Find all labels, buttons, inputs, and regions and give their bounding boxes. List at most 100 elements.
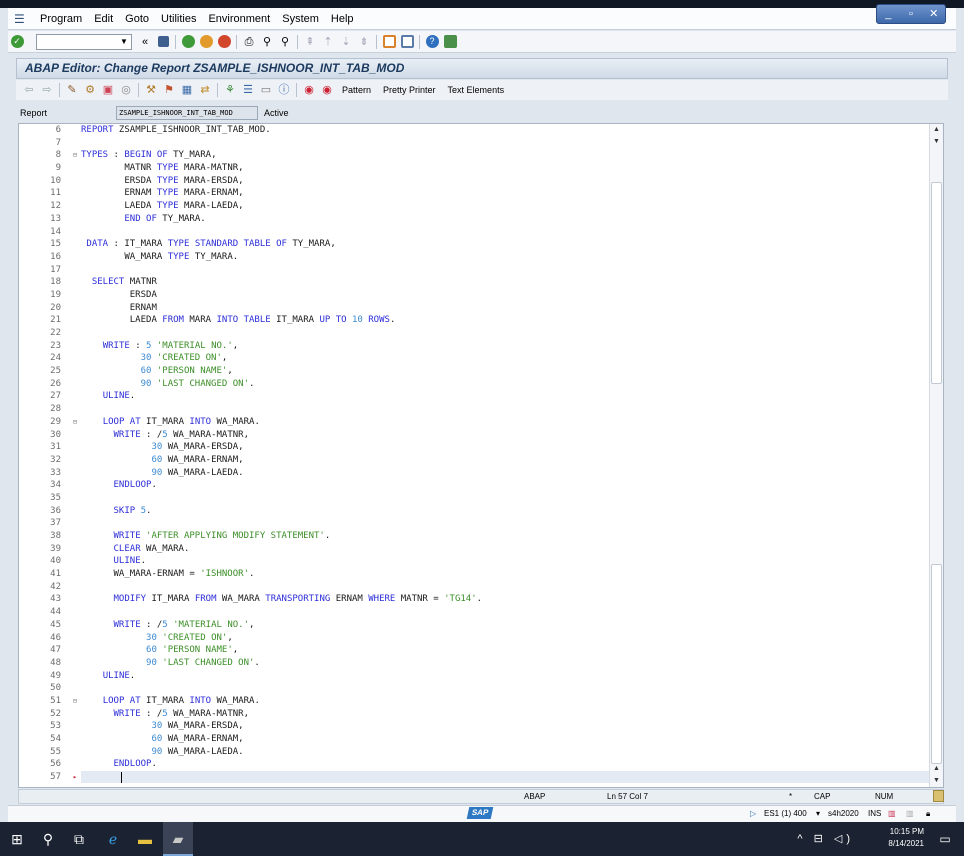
code-text[interactable]: LOOP AT IT_MARA INTO WA_MARA. <box>81 416 260 429</box>
code-line[interactable]: 31 30 WA_MARA-ERSDA, <box>19 441 929 454</box>
code-line[interactable]: 41 WA_MARA-ERNAM = 'ISHNOOR'. <box>19 568 929 581</box>
code-text[interactable]: ULINE. <box>81 390 136 403</box>
code-editor[interactable]: 6 REPORT ZSAMPLE_ISHNOOR_INT_TAB_MOD. 7 8 ⊟ T… <box>18 123 944 788</box>
code-text[interactable]: 30 WA_MARA-ERSDA, <box>81 441 243 454</box>
code-text[interactable]: REPORT ZSAMPLE_ISHNOOR_INT_TAB_MOD. <box>81 124 271 137</box>
code-text[interactable]: WRITE : /5 'MATERIAL NO.', <box>81 619 255 632</box>
object-list-icon[interactable]: ☰ <box>240 82 256 98</box>
code-line[interactable]: 24 30 'CREATED ON', <box>19 352 929 365</box>
system-info[interactable]: ES1 (1) 400 <box>764 809 807 818</box>
restore-icon[interactable]: ▫ <box>900 5 923 23</box>
code-text[interactable]: ENDLOOP. <box>81 479 157 492</box>
back-arrow-icon[interactable]: ⇦ <box>21 82 37 98</box>
menu-utilities[interactable]: Utilities <box>157 8 204 30</box>
code-text[interactable]: 30 WA_MARA-ERSDA, <box>81 720 243 733</box>
code-line[interactable]: 21 LAEDA FROM MARA INTO TABLE IT_MARA UP… <box>19 314 929 327</box>
scroll-thumb-lower[interactable] <box>931 564 942 764</box>
code-line[interactable]: 54 60 WA_MARA-ERNAM, <box>19 733 929 746</box>
browser-icon[interactable]: ℯ <box>98 822 128 856</box>
scroll-down-icon[interactable]: ▼ <box>930 775 943 787</box>
code-line[interactable]: 33 90 WA_MARA-LAEDA. <box>19 467 929 480</box>
code-text[interactable]: 60 WA_MARA-ERNAM, <box>81 733 243 746</box>
code-line[interactable]: 15 DATA : IT_MARA TYPE STANDARD TABLE OF… <box>19 238 929 251</box>
info-icon[interactable]: ⓘ <box>276 82 292 98</box>
code-text[interactable]: WRITE : 5 'MATERIAL NO.', <box>81 340 238 353</box>
menu-goto[interactable]: Goto <box>121 8 157 30</box>
display-change-icon[interactable]: ✎ <box>64 82 80 98</box>
code-text[interactable]: MATNR TYPE MARA-MATNR, <box>81 162 243 175</box>
code-text[interactable]: LAEDA FROM MARA INTO TABLE IT_MARA UP TO… <box>81 314 396 327</box>
code-text[interactable]: ERNAM <box>81 302 157 315</box>
code-text[interactable]: ERNAM TYPE MARA-ERNAM, <box>81 187 243 200</box>
layout-icon[interactable] <box>442 34 458 50</box>
menu-edit[interactable]: Edit <box>90 8 121 30</box>
new-session-icon[interactable] <box>381 34 397 50</box>
close-icon[interactable]: ✕ <box>922 5 945 23</box>
code-text[interactable]: ULINE. <box>81 670 136 683</box>
file-explorer-icon[interactable]: ▬ <box>130 822 160 856</box>
code-line[interactable]: 29 ⊟ LOOP AT IT_MARA INTO WA_MARA. <box>19 416 929 429</box>
code-line[interactable]: 44 <box>19 606 929 619</box>
code-line[interactable]: 30 WRITE : /5 WA_MARA-MATNR, <box>19 429 929 442</box>
breakpoint-icon[interactable]: ◉ <box>301 82 317 98</box>
code-line[interactable]: 18 SELECT MATNR <box>19 276 929 289</box>
code-text[interactable]: 60 WA_MARA-ERNAM, <box>81 454 243 467</box>
windows-start-icon[interactable]: ⊞ <box>2 822 32 856</box>
print-icon[interactable]: ⎙ <box>241 34 257 50</box>
code-line[interactable]: 34 ENDLOOP. <box>19 479 929 492</box>
help-icon[interactable]: ? <box>424 34 440 50</box>
session-breakpoint-icon[interactable]: ◉ <box>319 82 335 98</box>
code-line[interactable]: 57 ▸ <box>19 771 929 784</box>
active-inactive-icon[interactable]: ⚙ <box>82 82 98 98</box>
code-text[interactable]: WA_MARA TYPE TY_MARA. <box>81 251 238 264</box>
code-line[interactable]: 50 <box>19 682 929 695</box>
code-text[interactable]: ERSDA <box>81 289 157 302</box>
code-line[interactable]: 56 ENDLOOP. <box>19 758 929 771</box>
code-text[interactable]: ENDLOOP. <box>81 758 157 771</box>
search-icon[interactable]: ⚲ <box>33 822 63 856</box>
sap-gui-taskbar-icon[interactable]: ▰ <box>163 822 193 856</box>
code-text[interactable]: 30 'CREATED ON', <box>81 632 233 645</box>
code-line[interactable]: 37 <box>19 517 929 530</box>
chevron-down-icon[interactable]: ▼ <box>118 36 130 48</box>
code-line[interactable]: 40 ULINE. <box>19 555 929 568</box>
code-text[interactable]: 90 'LAST CHANGED ON'. <box>81 657 260 670</box>
code-text[interactable]: WRITE : /5 WA_MARA-MATNR, <box>81 708 249 721</box>
code-line[interactable]: 43 MODIFY IT_MARA FROM WA_MARA TRANSPORT… <box>19 593 929 606</box>
notification-icon[interactable]: ▭ <box>930 822 960 856</box>
code-line[interactable]: 49 ULINE. <box>19 670 929 683</box>
menu-program[interactable]: Program <box>36 8 90 30</box>
code-line[interactable]: 7 <box>19 137 929 150</box>
code-line[interactable]: 27 ULINE. <box>19 390 929 403</box>
navigation-icon[interactable]: ⇄ <box>197 82 213 98</box>
code-line[interactable]: 17 <box>19 264 929 277</box>
scroll-up-icon[interactable]: ▲ <box>930 763 943 775</box>
test-icon[interactable]: ⚑ <box>161 82 177 98</box>
menu-environment[interactable]: Environment <box>204 8 278 30</box>
code-line[interactable]: 51 ⊟ LOOP AT IT_MARA INTO WA_MARA. <box>19 695 929 708</box>
code-line[interactable]: 45 WRITE : /5 'MATERIAL NO.', <box>19 619 929 632</box>
check-icon[interactable]: ◎ <box>118 82 134 98</box>
code-text[interactable]: LAEDA TYPE MARA-LAEDA, <box>81 200 243 213</box>
vertical-scrollbar[interactable]: ▲ ▼ ▲ ▼ <box>929 124 943 787</box>
save-icon[interactable] <box>155 34 171 50</box>
code-text[interactable]: DATA : IT_MARA TYPE STANDARD TABLE OF TY… <box>81 238 335 251</box>
code-line[interactable]: 14 <box>19 226 929 239</box>
code-text[interactable]: 90 'LAST CHANGED ON'. <box>81 378 255 391</box>
first-page-icon[interactable]: ⇞ <box>302 34 318 50</box>
back-icon[interactable] <box>180 34 196 50</box>
play-icon[interactable]: ▷ <box>750 809 756 818</box>
find-next-icon[interactable]: ⚲ <box>277 34 293 50</box>
code-line[interactable]: 20 ERNAM <box>19 302 929 315</box>
code-text[interactable]: 30 'CREATED ON', <box>81 352 228 365</box>
scroll-up-icon[interactable]: ▲ <box>930 124 943 136</box>
code-text[interactable]: WRITE : /5 WA_MARA-MATNR, <box>81 429 249 442</box>
code-line[interactable]: 6 REPORT ZSAMPLE_ISHNOOR_INT_TAB_MOD. <box>19 124 929 137</box>
code-line[interactable]: 46 30 'CREATED ON', <box>19 632 929 645</box>
code-line[interactable]: 38 WRITE 'AFTER APPLYING MODIFY STATEMEN… <box>19 530 929 543</box>
code-text[interactable]: END OF TY_MARA. <box>81 213 205 226</box>
code-line[interactable]: 12 LAEDA TYPE MARA-LAEDA, <box>19 200 929 213</box>
code-line[interactable]: 22 <box>19 327 929 340</box>
code-line[interactable]: 23 WRITE : 5 'MATERIAL NO.', <box>19 340 929 353</box>
code-text[interactable]: CLEAR WA_MARA. <box>81 543 190 556</box>
